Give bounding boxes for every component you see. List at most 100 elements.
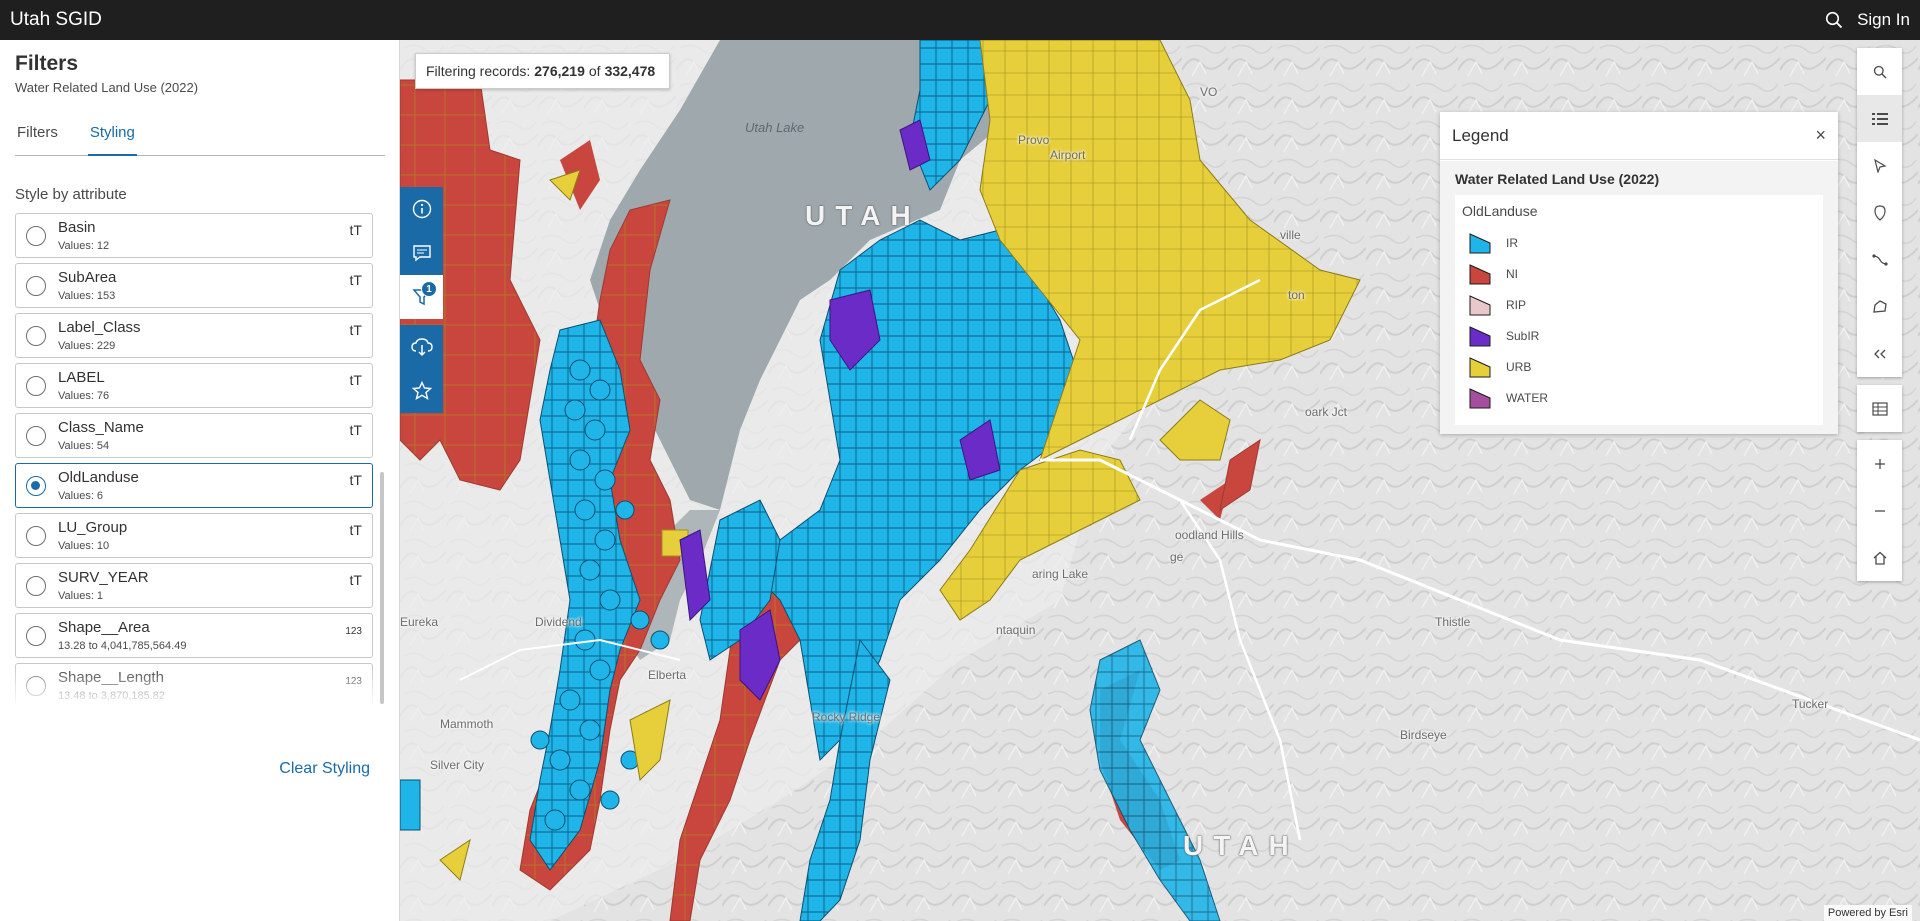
legend-panel: Legend × Water Related Land Use (2022) O… bbox=[1440, 112, 1838, 434]
radio-button[interactable] bbox=[26, 226, 46, 246]
filter-icon[interactable]: 1 bbox=[400, 275, 443, 319]
map-right-toolbar bbox=[1857, 48, 1902, 581]
attribute-values: Values: 12 bbox=[58, 240, 110, 252]
attribute-values: Values: 153 bbox=[58, 290, 116, 302]
star-icon[interactable] bbox=[400, 369, 443, 413]
attribute-option-shape-area[interactable]: Shape__Area 13.28 to 4,041,785,564.49 12… bbox=[15, 613, 373, 658]
text-type-icon: tT bbox=[349, 422, 362, 438]
app-title: Utah SGID bbox=[10, 9, 102, 30]
radio-button[interactable] bbox=[26, 426, 46, 446]
legend-item: URB bbox=[1468, 351, 1816, 382]
attribute-name: Basin bbox=[58, 219, 96, 236]
legend-item: WATER bbox=[1468, 382, 1816, 413]
legend-layer-title: Water Related Land Use (2022) bbox=[1455, 171, 1660, 187]
attribute-values: Values: 1 bbox=[58, 590, 104, 602]
comment-icon[interactable] bbox=[400, 231, 443, 275]
attribute-name: SubArea bbox=[58, 269, 117, 286]
attribute-values: Values: 10 bbox=[58, 540, 110, 552]
style-by-attribute-label: Style by attribute bbox=[15, 186, 127, 203]
radio-button[interactable] bbox=[26, 526, 46, 546]
map-label-elberta: Elberta bbox=[648, 668, 687, 682]
text-type-icon: tT bbox=[349, 272, 362, 288]
filters-panel: Filters Water Related Land Use (2022) Fi… bbox=[0, 40, 400, 921]
map-label-dividend: Dividend bbox=[535, 615, 582, 629]
attribute-option-label-class[interactable]: Label_Class Values: 229 tT bbox=[15, 313, 373, 358]
attribute-option-label[interactable]: LABEL Values: 76 tT bbox=[15, 363, 373, 408]
sketch-icon[interactable] bbox=[1857, 283, 1902, 330]
legend-item: SubIR bbox=[1468, 320, 1816, 351]
attribute-option-surv-year[interactable]: SURV_YEAR Values: 1 tT bbox=[15, 563, 373, 608]
attribute-option-shape-length[interactable]: Shape__Length 13.48 to 3,870,185.82 123 bbox=[15, 663, 373, 705]
text-type-icon: tT bbox=[349, 572, 362, 588]
legend-item: IR bbox=[1468, 227, 1816, 258]
legend-label: NI bbox=[1506, 266, 1518, 281]
map-view[interactable]: Utah Lake UTAH UTAH Provo Airport VO vil… bbox=[400, 40, 1920, 921]
attribute-values: Values: 229 bbox=[58, 340, 116, 352]
select-icon[interactable] bbox=[1857, 142, 1902, 189]
attribute-values: 13.48 to 3,870,185.82 bbox=[58, 690, 166, 702]
download-icon[interactable] bbox=[400, 325, 443, 369]
map-label-rocky-ridge: Rocky Ridge bbox=[812, 710, 881, 724]
collapse-icon[interactable] bbox=[1857, 330, 1902, 377]
attribute-name: Label_Class bbox=[58, 319, 141, 336]
radio-button[interactable] bbox=[26, 326, 46, 346]
sign-in-button[interactable]: Sign In bbox=[1857, 10, 1910, 30]
legend-swatch-ni bbox=[1469, 263, 1491, 284]
table-icon[interactable] bbox=[1857, 385, 1902, 432]
radio-button[interactable] bbox=[26, 376, 46, 396]
radio-button-selected[interactable] bbox=[26, 476, 46, 496]
zoom-out-icon[interactable] bbox=[1857, 487, 1902, 534]
panel-subtitle: Water Related Land Use (2022) bbox=[15, 80, 199, 95]
map-label-mammoth: Mammoth bbox=[440, 717, 494, 731]
legend-label: WATER bbox=[1506, 390, 1548, 405]
text-type-icon: tT bbox=[349, 522, 362, 538]
search-icon[interactable] bbox=[1825, 11, 1843, 29]
radio-button[interactable] bbox=[26, 626, 46, 646]
map-label-woodland-hills: oodland Hills bbox=[1175, 528, 1244, 542]
radio-button[interactable] bbox=[26, 576, 46, 596]
home-icon[interactable] bbox=[1857, 534, 1902, 581]
radio-button[interactable] bbox=[26, 676, 46, 696]
map-label-tucker: Tucker bbox=[1792, 697, 1829, 711]
number-type-icon: 123 bbox=[345, 626, 362, 637]
attribute-option-class-name[interactable]: Class_Name Values: 54 tT bbox=[15, 413, 373, 458]
attribute-option-basin[interactable]: Basin Values: 12 tT bbox=[15, 213, 373, 258]
legend-icon[interactable] bbox=[1857, 95, 1902, 142]
panel-tabs: Filters Styling bbox=[15, 120, 385, 156]
close-icon[interactable]: × bbox=[1815, 125, 1826, 146]
panel-title: Filters bbox=[15, 52, 79, 75]
attribute-name: LABEL bbox=[58, 369, 105, 386]
text-type-icon: tT bbox=[349, 472, 362, 488]
zoom-in-icon[interactable] bbox=[1857, 440, 1902, 487]
tab-styling[interactable]: Styling bbox=[87, 120, 137, 156]
measure-icon[interactable] bbox=[1857, 189, 1902, 236]
number-type-icon: 123 bbox=[345, 676, 362, 687]
list-scrollbar[interactable] bbox=[380, 472, 384, 704]
attribute-option-subarea[interactable]: SubArea Values: 153 tT bbox=[15, 263, 373, 308]
routing-icon[interactable] bbox=[1857, 236, 1902, 283]
filter-count-badge: 1 bbox=[421, 281, 437, 297]
legend-swatch-urb bbox=[1469, 356, 1491, 377]
filter-total: 332,478 bbox=[604, 63, 656, 79]
map-label-ton: ton bbox=[1288, 288, 1305, 302]
attribute-option-lu-group[interactable]: LU_Group Values: 10 tT bbox=[15, 513, 373, 558]
attribute-name: OldLanduse bbox=[58, 469, 139, 486]
map-label-utah-lake: Utah Lake bbox=[745, 120, 805, 135]
legend-item: RIP bbox=[1468, 289, 1816, 320]
map-label-spanish-fork-jct: oark Jct bbox=[1305, 405, 1348, 419]
esri-attribution[interactable]: Powered by Esri bbox=[1823, 905, 1912, 921]
map-label-ge: ge bbox=[1170, 550, 1184, 564]
clear-styling-button[interactable]: Clear Styling bbox=[279, 760, 370, 778]
radio-button[interactable] bbox=[26, 276, 46, 296]
attribute-values: 13.28 to 4,041,785,564.49 bbox=[58, 640, 187, 652]
legend-swatch-water bbox=[1469, 387, 1491, 408]
attribute-list[interactable]: Basin Values: 12 tT SubArea Values: 153 … bbox=[15, 213, 375, 705]
map-label-provo-partial: VO bbox=[1200, 85, 1218, 99]
map-label-thistle: Thistle bbox=[1435, 615, 1471, 629]
info-icon[interactable] bbox=[400, 187, 443, 231]
tab-filters[interactable]: Filters bbox=[15, 120, 60, 156]
attribute-name: Shape__Area bbox=[58, 619, 150, 636]
search-icon[interactable] bbox=[1857, 48, 1902, 95]
attribute-option-oldlanduse[interactable]: OldLanduse Values: 6 tT bbox=[15, 463, 373, 508]
legend-label: IR bbox=[1506, 235, 1518, 250]
